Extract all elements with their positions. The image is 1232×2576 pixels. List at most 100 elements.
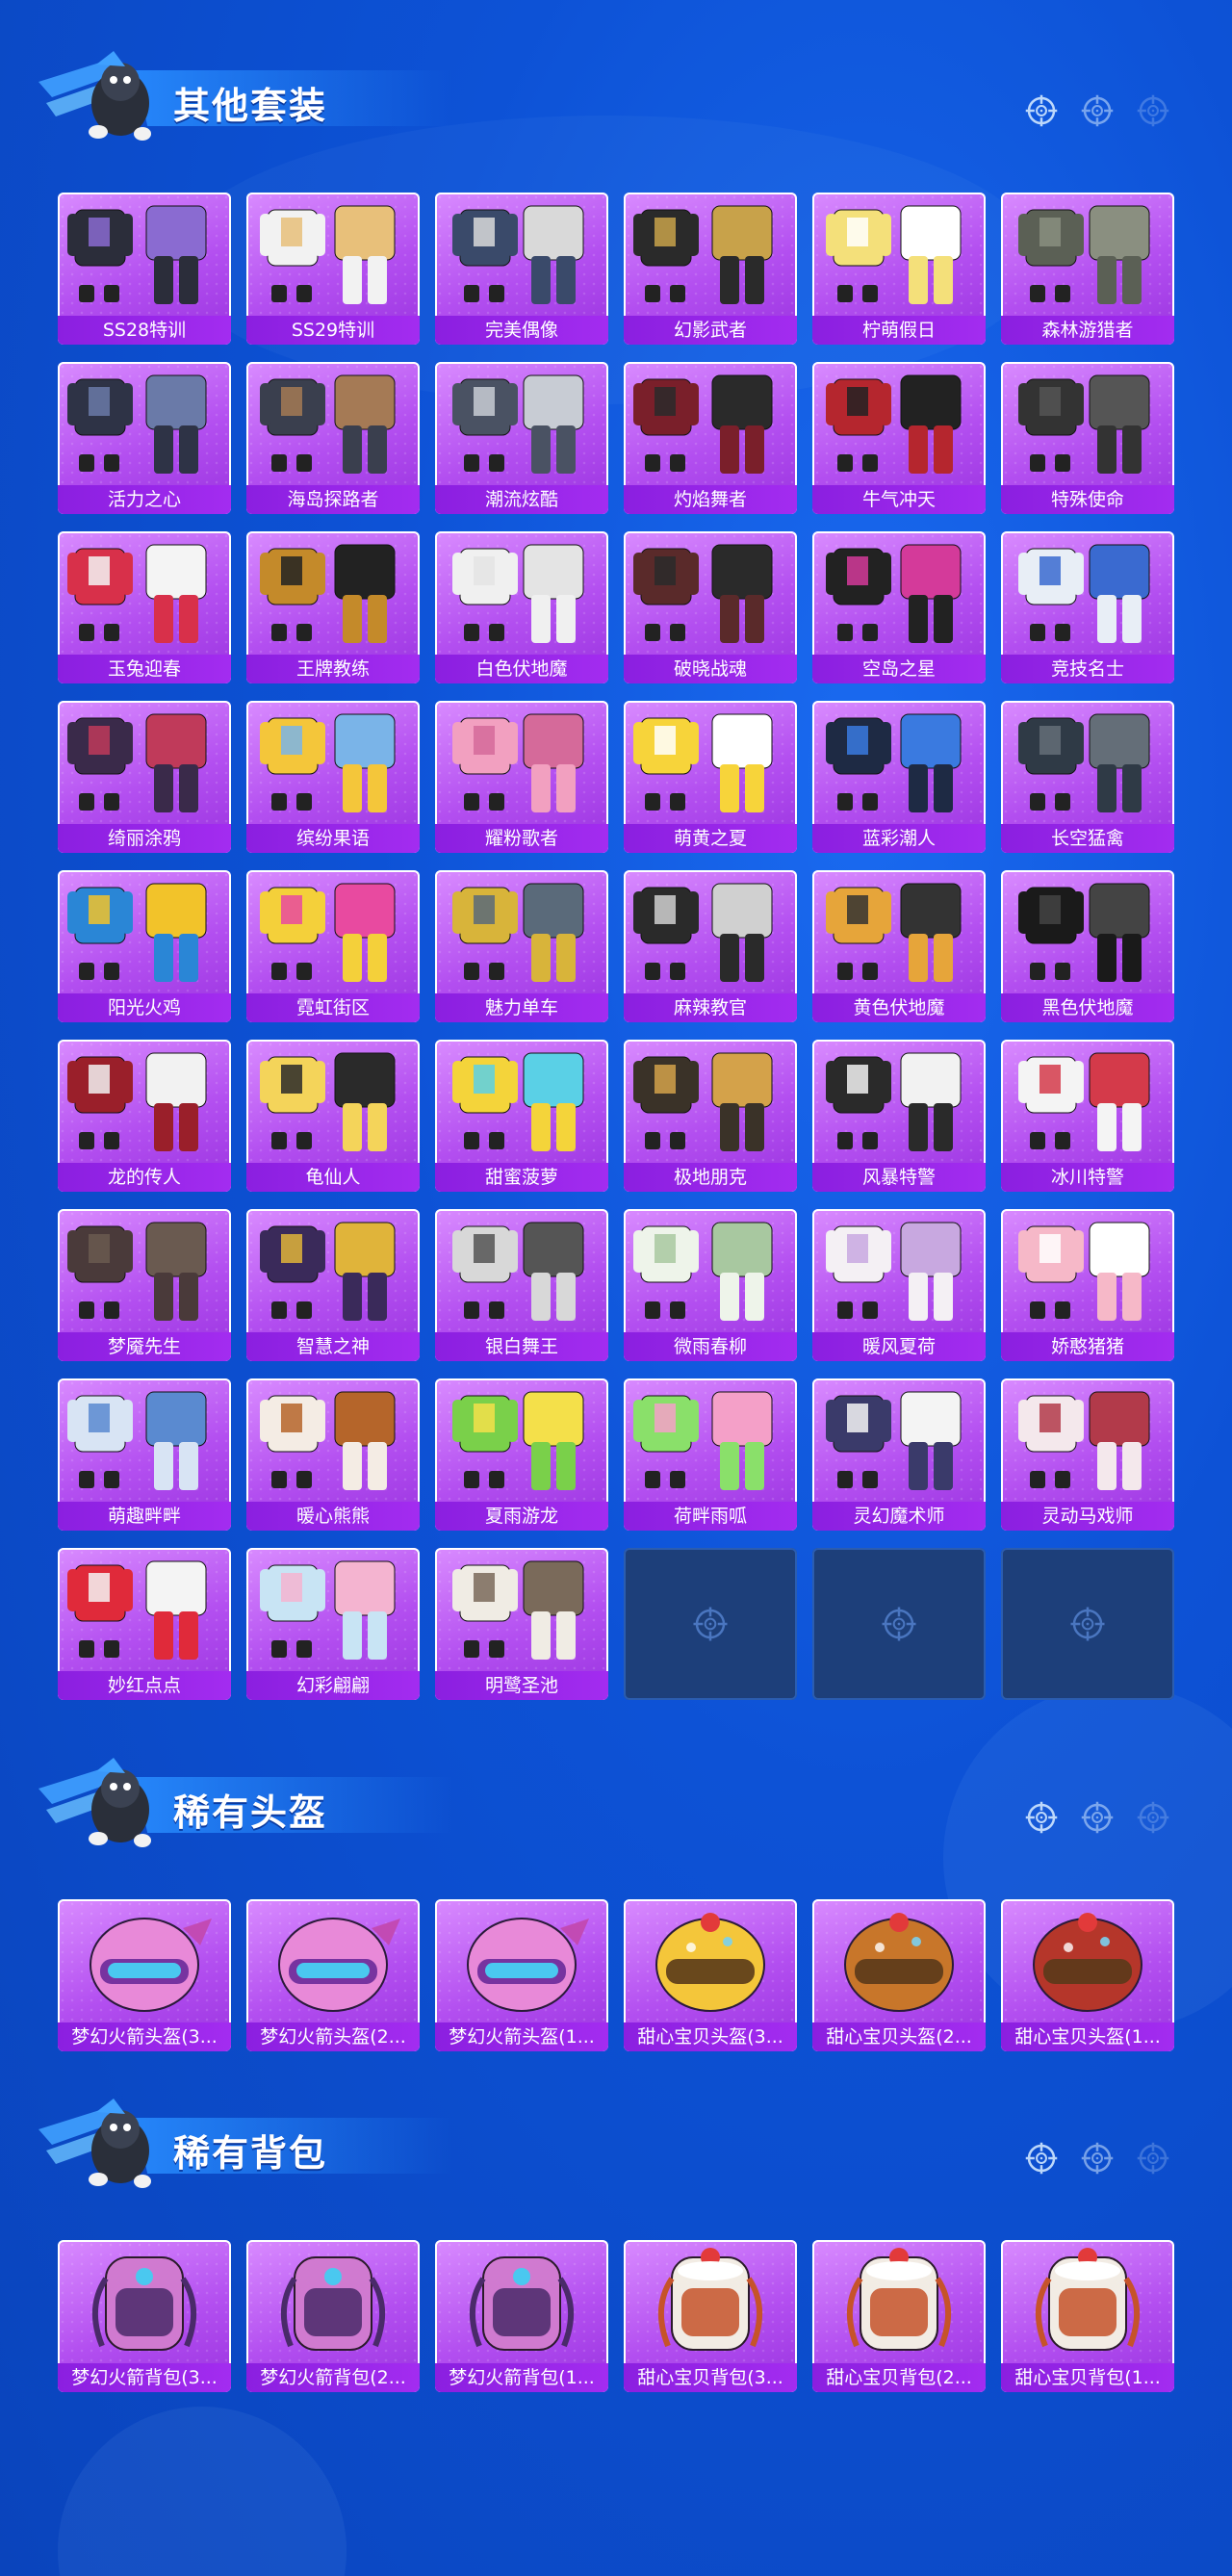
crosshair-decoration: [1020, 1796, 1203, 1842]
item-label: 麻辣教官: [624, 993, 797, 1022]
item-card[interactable]: 绮丽涂鸦: [58, 701, 231, 853]
helmet-image: [90, 1918, 212, 2012]
item-card[interactable]: 阳光火鸡: [58, 870, 231, 1022]
item-label: 风暴特警: [812, 1163, 986, 1192]
item-card[interactable]: 甜蜜菠萝: [435, 1040, 608, 1192]
item-card[interactable]: 海岛探路者: [246, 362, 420, 514]
item-card[interactable]: 蓝彩潮人: [812, 701, 986, 853]
item-card[interactable]: 龟仙人: [246, 1040, 420, 1192]
item-card[interactable]: 妙红点点: [58, 1548, 231, 1700]
item-label: 龙的传人: [58, 1163, 231, 1192]
outfit-image: [67, 1222, 207, 1321]
outfit-image: [452, 374, 584, 474]
item-card[interactable]: 龙的传人: [58, 1040, 231, 1192]
item-card[interactable]: 明鹭圣池: [435, 1548, 608, 1700]
item-card[interactable]: 白色伏地魔: [435, 531, 608, 683]
item-card[interactable]: 风暴特警: [812, 1040, 986, 1192]
item-card[interactable]: 玉兔迎春: [58, 531, 231, 683]
item-card[interactable]: 微雨春柳: [624, 1209, 797, 1361]
item-card[interactable]: 活力之心: [58, 362, 231, 514]
outfit-image: [826, 205, 962, 304]
outfit-image: [67, 1391, 207, 1490]
item-card[interactable]: 冰川特警: [1001, 1040, 1174, 1192]
item-card[interactable]: 智慧之神: [246, 1209, 420, 1361]
outfit-image: [67, 713, 207, 812]
item-card[interactable]: 竞技名士: [1001, 531, 1174, 683]
item-card[interactable]: SS29特训: [246, 193, 420, 345]
item-card[interactable]: 幻影武者: [624, 193, 797, 345]
item-card[interactable]: 梦幻火箭背包(1...: [435, 2240, 608, 2392]
item-card[interactable]: 耀粉歌者: [435, 701, 608, 853]
item-card[interactable]: 灼焰舞者: [624, 362, 797, 514]
outfit-image: [633, 713, 773, 812]
item-label: 完美偶像: [435, 316, 608, 345]
item-card[interactable]: 长空猛禽: [1001, 701, 1174, 853]
item-card[interactable]: 夏雨游龙: [435, 1378, 608, 1531]
item-card[interactable]: 荷畔雨呱: [624, 1378, 797, 1531]
item-label: 甜心宝贝头盔(3...: [624, 2022, 797, 2051]
outfit-image: [260, 1052, 396, 1151]
outfit-image: [452, 1391, 584, 1490]
item-label: 蓝彩潮人: [812, 824, 986, 853]
item-card[interactable]: 牛气冲天: [812, 362, 986, 514]
item-card[interactable]: 麻辣教官: [624, 870, 797, 1022]
helmet-image: [844, 1913, 954, 2012]
item-card[interactable]: 王牌教练: [246, 531, 420, 683]
item-card[interactable]: 梦幻火箭头盔(3...: [58, 1899, 231, 2051]
item-card[interactable]: 潮流炫酷: [435, 362, 608, 514]
item-card[interactable]: 娇憨猪猪: [1001, 1209, 1174, 1361]
item-label: 灵动马戏师: [1001, 1502, 1174, 1531]
item-card[interactable]: 梦幻火箭头盔(1...: [435, 1899, 608, 2051]
item-card[interactable]: 森林游猎者: [1001, 193, 1174, 345]
item-label: 黄色伏地魔: [812, 993, 986, 1022]
item-card[interactable]: 柠萌假日: [812, 193, 986, 345]
item-card[interactable]: 特殊使命: [1001, 362, 1174, 514]
item-card[interactable]: 梦魇先生: [58, 1209, 231, 1361]
item-card[interactable]: 幻彩翩翩: [246, 1548, 420, 1700]
item-card[interactable]: 暖风夏荷: [812, 1209, 986, 1361]
backpack-image: [1035, 2248, 1141, 2351]
item-card[interactable]: 破晓战魂: [624, 531, 797, 683]
item-label: 耀粉歌者: [435, 824, 608, 853]
outfit-image: [633, 374, 773, 474]
item-card[interactable]: 梦幻火箭背包(2...: [246, 2240, 420, 2392]
item-card[interactable]: 暖心熊熊: [246, 1378, 420, 1531]
item-card[interactable]: 灵幻魔术师: [812, 1378, 986, 1531]
helmet-image: [278, 1918, 400, 2012]
item-card[interactable]: 空岛之星: [812, 531, 986, 683]
item-label: 明鹭圣池: [435, 1671, 608, 1700]
backpack-image: [280, 2256, 386, 2351]
item-card[interactable]: 甜心宝贝背包(2...: [812, 2240, 986, 2392]
item-card[interactable]: 梦幻火箭头盔(2...: [246, 1899, 420, 2051]
item-card[interactable]: 黄色伏地魔: [812, 870, 986, 1022]
item-card[interactable]: 甜心宝贝头盔(1...: [1001, 1899, 1174, 2051]
item-card[interactable]: 银白舞王: [435, 1209, 608, 1361]
outfit-image: [452, 1560, 584, 1660]
item-card[interactable]: 甜心宝贝背包(3...: [624, 2240, 797, 2392]
item-label: 柠萌假日: [812, 316, 986, 345]
item-card[interactable]: 缤纷果语: [246, 701, 420, 853]
item-card[interactable]: 魅力单车: [435, 870, 608, 1022]
page: 其他套装 SS28特训 SS29特训 完美偶像 幻影武者 柠萌假日 森林游猎者 活力之心 海岛探…: [0, 0, 1232, 2576]
item-card[interactable]: 灵动马戏师: [1001, 1378, 1174, 1531]
item-label: 梦幻火箭头盔(1...: [435, 2022, 608, 2051]
item-card[interactable]: 萌黄之夏: [624, 701, 797, 853]
crosshair-icon: [1025, 2142, 1058, 2175]
item-card[interactable]: 梦幻火箭背包(3...: [58, 2240, 231, 2392]
outfit-image: [452, 544, 584, 643]
item-label: 甜心宝贝头盔(2...: [812, 2022, 986, 2051]
item-card[interactable]: 甜心宝贝背包(1...: [1001, 2240, 1174, 2392]
item-card[interactable]: 完美偶像: [435, 193, 608, 345]
item-card[interactable]: 霓虹街区: [246, 870, 420, 1022]
item-card[interactable]: 萌趣畔畔: [58, 1378, 231, 1531]
outfit-image: [1018, 205, 1150, 304]
item-card[interactable]: SS28特训: [58, 193, 231, 345]
item-card[interactable]: 黑色伏地魔: [1001, 870, 1174, 1022]
item-label: 潮流炫酷: [435, 485, 608, 514]
item-card[interactable]: 甜心宝贝头盔(3...: [624, 1899, 797, 2051]
item-card[interactable]: 极地朋克: [624, 1040, 797, 1192]
item-label: 甜心宝贝背包(1...: [1001, 2363, 1174, 2392]
item-card[interactable]: 甜心宝贝头盔(2...: [812, 1899, 986, 2051]
item-label: 甜蜜菠萝: [435, 1163, 608, 1192]
item-label: 智慧之神: [246, 1332, 420, 1361]
